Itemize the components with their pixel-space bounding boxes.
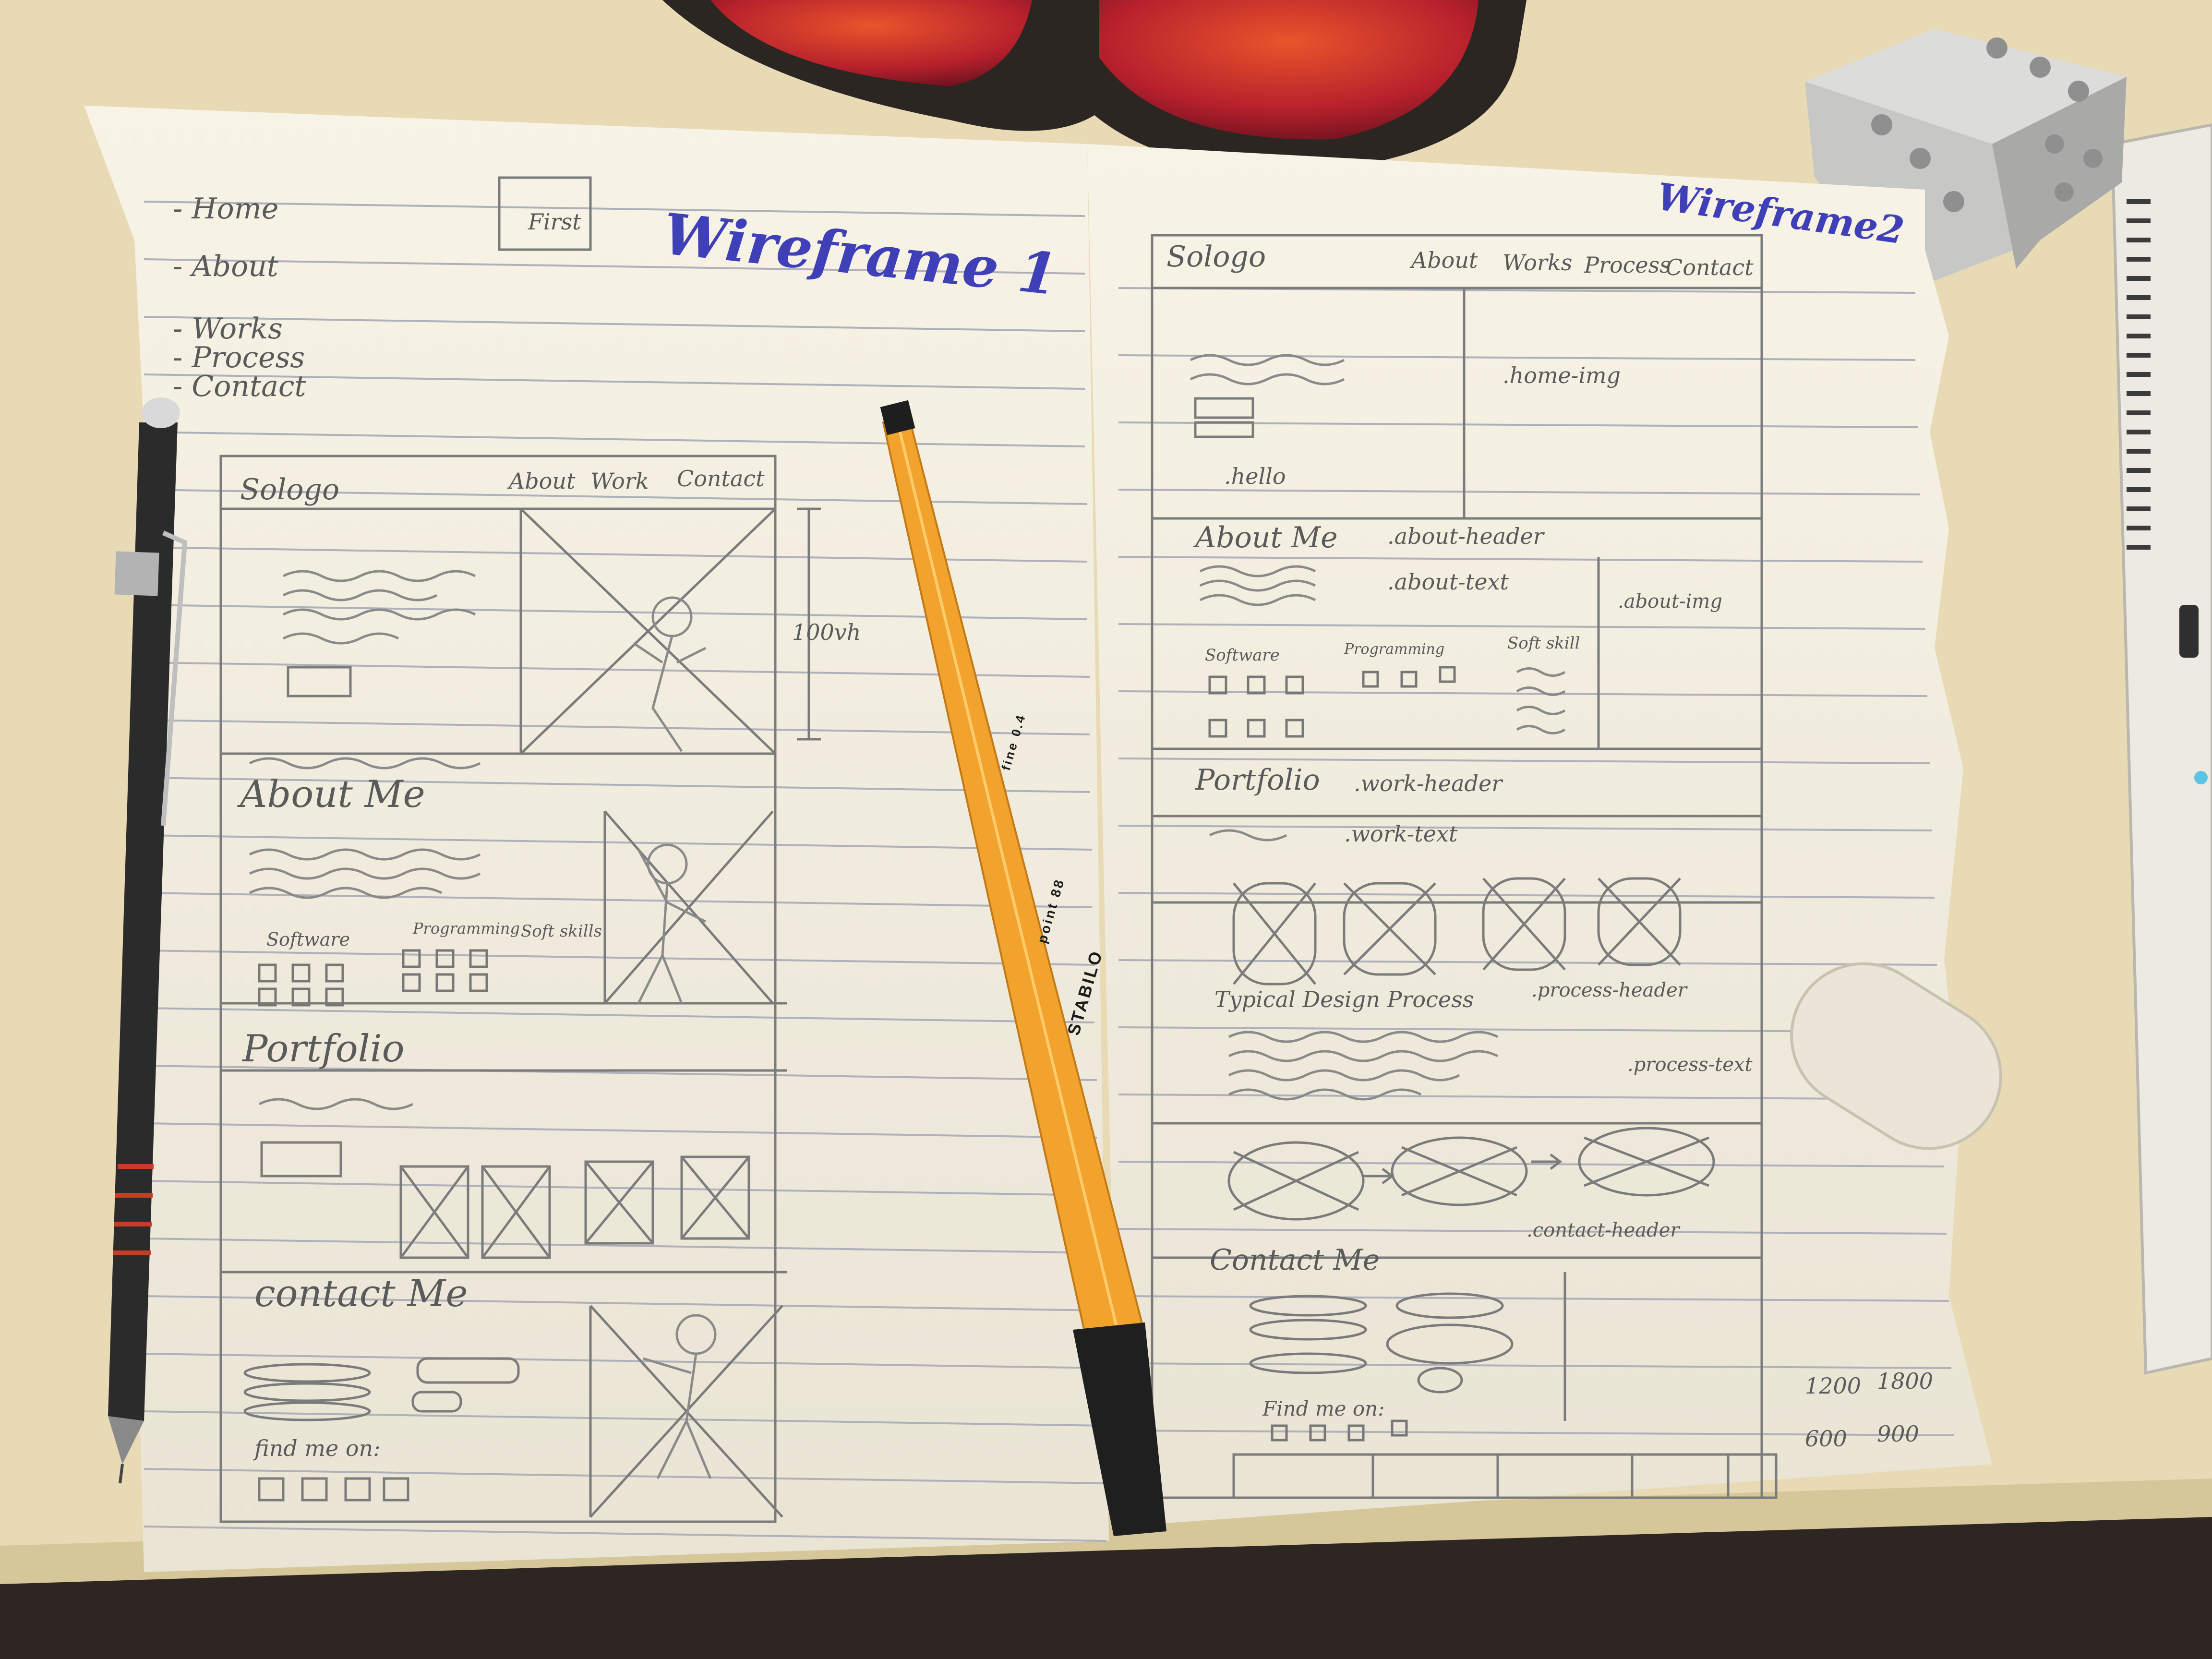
w2-label-hello: .hello <box>1224 463 1286 489</box>
w2-label-home-img: .home-img <box>1503 362 1621 388</box>
w2-portfolio-heading: Portfolio <box>1195 763 1320 797</box>
w2-label-about-img: .about-img <box>1618 590 1722 613</box>
w2-breakpoint-900: 900 <box>1877 1421 1919 1447</box>
contact-heading: contact Me <box>254 1272 468 1315</box>
nav-list-item-about: - About <box>173 250 278 283</box>
w2-label-work-header: .work-header <box>1354 770 1503 796</box>
w2-label-about-text: .about-text <box>1387 569 1509 595</box>
w2-breakpoint-1800: 1800 <box>1877 1368 1934 1394</box>
w2-about-heading: About Me <box>1195 521 1338 554</box>
w2-label-process-header: .process-header <box>1531 979 1687 1001</box>
w2-skill-soft-skill: Soft skill <box>1507 634 1580 653</box>
height-note: 100vh <box>792 619 861 645</box>
w2-header-nav-process: Process <box>1584 252 1671 278</box>
header-nav-contact: Contact <box>677 466 765 492</box>
nav-list-item-contact: - Contact <box>173 370 306 403</box>
w2-header-nav-contact: Contact <box>1666 254 1754 280</box>
header-nav-about: About <box>509 468 576 494</box>
w2-header-logo: Sologo <box>1166 240 1266 274</box>
w2-contact-heading: Contact Me <box>1210 1243 1380 1277</box>
w2-process-heading: Typical Design Process <box>1214 986 1474 1012</box>
w2-header-nav-about: About <box>1411 247 1478 273</box>
header-logo: Sologo <box>240 473 340 506</box>
laptop-port <box>2179 605 2199 658</box>
w2-find-me-label: Find me on: <box>1262 1397 1385 1420</box>
w2-label-contact-header: .contact-header <box>1527 1219 1680 1241</box>
skill-label-software: Software <box>266 929 350 950</box>
laptop-led <box>2194 771 2208 784</box>
w2-label-work-text: .work-text <box>1344 821 1458 847</box>
nav-list-item-home: - Home <box>173 192 279 226</box>
logo-box-label: First <box>528 209 581 235</box>
portfolio-heading: Portfolio <box>242 1027 405 1070</box>
w2-breakpoint-1200: 1200 <box>1805 1373 1862 1399</box>
skill-label-soft-skills: Soft skills <box>521 922 602 941</box>
w2-label-process-text: .process-text <box>1627 1054 1753 1076</box>
photo-scene: Wireframe 1 - Home - About - Works - Pro… <box>0 0 2212 1659</box>
header-nav-work: Work <box>590 468 649 494</box>
find-me-label: find me on: <box>254 1435 381 1461</box>
w2-label-about-header: .about-header <box>1387 523 1544 549</box>
skill-label-programming: Programming <box>413 919 520 938</box>
w2-header-nav-works: Works <box>1503 250 1573 276</box>
w2-skill-programming: Programming <box>1344 641 1445 658</box>
paper-right <box>1087 144 1992 1527</box>
w2-breakpoint-600: 600 <box>1805 1426 1847 1452</box>
w2-skill-software: Software <box>1205 646 1280 665</box>
about-heading: About Me <box>240 773 425 816</box>
